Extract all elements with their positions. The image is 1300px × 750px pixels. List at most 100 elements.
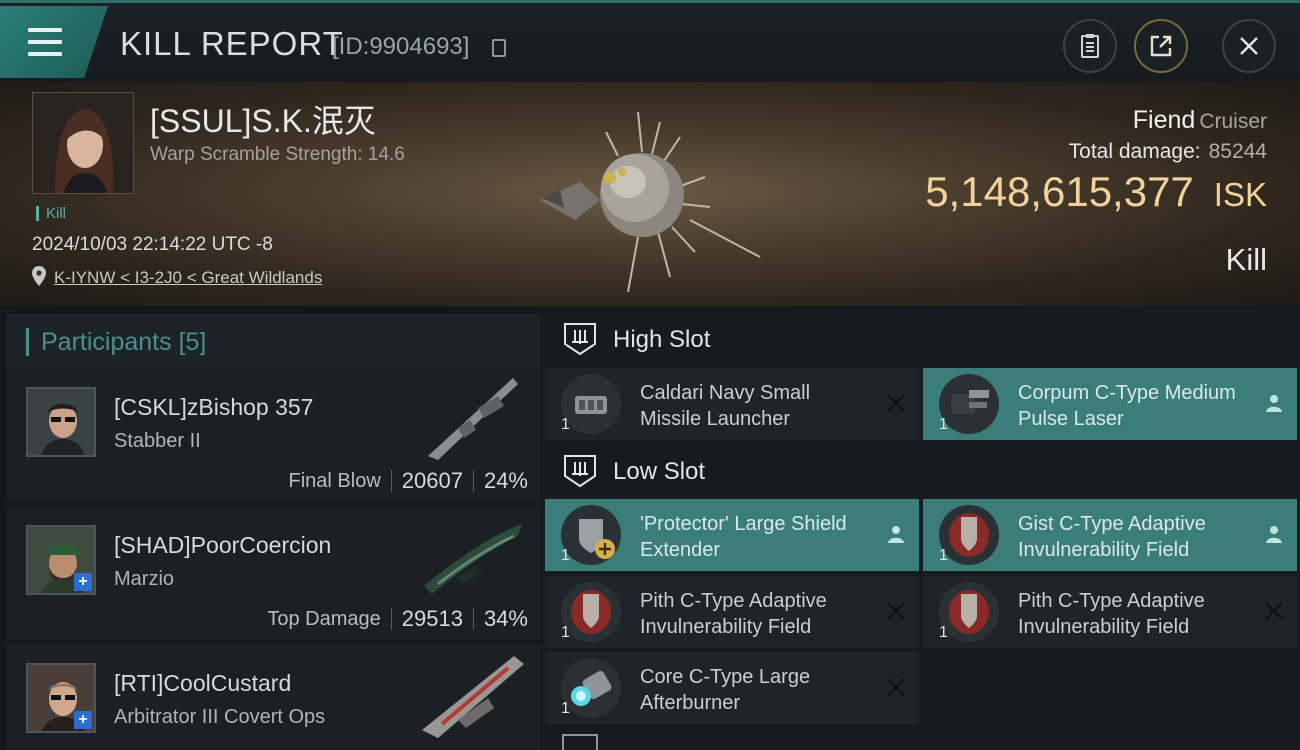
high-slot-header: High Slot [540, 308, 1300, 368]
module-item[interactable]: 1 'Protector' Large Shield Extender [545, 499, 919, 571]
participant-stats: Final Blow 20607 24% [289, 468, 529, 494]
participant-damage: 20607 [401, 468, 463, 493]
participant-ship-image [422, 656, 524, 738]
module-quantity: 1 [561, 624, 570, 641]
kill-datetime: 2024/10/03 22:14:22 UTC -8 [32, 234, 273, 255]
missile-launcher-icon [561, 374, 621, 434]
pulse-laser-icon [939, 374, 999, 434]
participant-avatar [26, 387, 96, 457]
close-button[interactable] [1222, 19, 1276, 73]
victim-ship[interactable]: Fiend Cruiser [1133, 106, 1267, 135]
participant-percent: 24% [483, 468, 528, 493]
dropped-person-icon [1266, 395, 1282, 412]
dropped-person-icon [888, 526, 904, 543]
module-quantity: 1 [561, 416, 570, 433]
participant-stats: Top Damage 29513 34% [267, 606, 528, 632]
module-item[interactable]: 1 Corpum C-Type Medium Pulse Laser [923, 368, 1297, 440]
divider [472, 470, 474, 492]
close-icon [1240, 37, 1258, 55]
total-damage: Total damage: 85244 [1069, 140, 1267, 164]
participant-name: [CSKL]zBishop 357 [114, 394, 314, 420]
clipboard-button[interactable] [1063, 19, 1117, 73]
participant-percent: 34% [483, 606, 528, 631]
shield-extender-icon [561, 505, 621, 565]
module-name: Caldari Navy Small Missile Launcher [640, 382, 811, 430]
participant-card[interactable]: + [SHAD]PoorCoercion Marzio Top Damage 2… [6, 506, 540, 640]
participant-ship: Marzio [114, 568, 175, 590]
participant-ship-image [428, 378, 518, 460]
module-item[interactable]: 1 Pith C-Type Adaptive Invulnerability F… [545, 576, 919, 648]
low-slot-header: Low Slot [540, 440, 1300, 500]
invulnerability-field-icon [939, 505, 999, 565]
report-id: [ID:9904693] [332, 33, 470, 60]
participants-panel: Participants [5] [CSKL]zBishop 357 Stabb… [0, 306, 540, 750]
plus-badge-icon: + [74, 711, 92, 729]
isk-unit: ISK [1213, 176, 1267, 213]
victim-avatar[interactable] [32, 92, 134, 194]
participant-stat-label: Final Blow [288, 469, 381, 492]
ship-name: Fiend [1132, 106, 1196, 134]
page-title: KILL REPORT [120, 25, 344, 62]
total-damage-label: Total damage: [1068, 140, 1201, 163]
participant-name: [RTI]CoolCustard [114, 670, 292, 696]
high-slot-icon [564, 323, 596, 356]
participant-avatar: + [26, 663, 96, 733]
share-icon [1150, 35, 1172, 57]
destroyed-x-icon [887, 394, 905, 412]
module-name: 'Protector' Large Shield Extender [640, 513, 847, 561]
module-quantity: 1 [939, 624, 948, 641]
module-name: Core C-Type Large Afterburner [640, 666, 811, 714]
warp-scramble-strength: Warp Scramble Strength: 14.6 [150, 144, 405, 165]
share-button[interactable] [1134, 19, 1188, 73]
destroyed-x-icon [1265, 602, 1283, 620]
module-quantity: 1 [939, 416, 948, 433]
participant-avatar: + [26, 525, 96, 595]
mid-slot-icon [562, 734, 598, 750]
participant-name: [SHAD]PoorCoercion [114, 532, 332, 558]
ship-class: Cruiser [1199, 110, 1267, 133]
high-slot-label: High Slot [613, 326, 711, 353]
participants-count: [5] [178, 328, 207, 356]
divider [390, 608, 392, 630]
result-label: Kill [1225, 242, 1267, 277]
module-quantity: 1 [561, 547, 570, 564]
participant-damage: 29513 [401, 606, 463, 631]
plus-badge-icon: + [74, 573, 92, 591]
module-item[interactable]: 1 Caldari Navy Small Missile Launcher [545, 368, 919, 440]
module-item[interactable]: 1 Pith C-Type Adaptive Invulnerability F… [923, 576, 1297, 648]
title-bar: KILL REPORT [ID:9904693] [0, 0, 1300, 82]
participant-card[interactable]: [CSKL]zBishop 357 Stabber II Final Blow … [6, 368, 540, 502]
module-name: Gist C-Type Adaptive Invulnerability Fie… [1018, 513, 1206, 561]
copy-id-icon[interactable] [492, 39, 506, 57]
participant-ship-image [424, 524, 522, 594]
invulnerability-field-icon [939, 582, 999, 642]
module-name: Pith C-Type Adaptive Invulnerability Fie… [1018, 590, 1205, 638]
fitting-panel: High Slot 1 Caldari Navy Small Missile L… [540, 306, 1300, 750]
victim-name[interactable]: [SSUL]S.K.泯灭 [150, 96, 376, 142]
victim-summary: [SSUL]S.K.泯灭 Warp Scramble Strength: 14.… [0, 82, 1300, 306]
isk-amount: 5,148,615,377 [925, 168, 1194, 215]
divider [472, 608, 474, 630]
destroyed-x-icon [887, 678, 905, 696]
hamburger-icon [28, 28, 62, 64]
module-item[interactable]: 1 Core C-Type Large Afterburner [545, 652, 919, 724]
participants-header[interactable]: Participants [5] [6, 314, 540, 372]
participants-label: Participants [5] [26, 328, 206, 356]
participant-stat-label: Top Damage [267, 607, 381, 630]
module-item[interactable]: 1 Gist C-Type Adaptive Invulnerability F… [923, 499, 1297, 571]
participant-card[interactable]: + [RTI]CoolCustard Arbitrator III Covert… [6, 644, 540, 750]
kill-location-link[interactable]: K-IYNW < I3-2J0 < Great Wildlands [54, 268, 322, 288]
module-name: Corpum C-Type Medium Pulse Laser [1018, 382, 1236, 430]
module-quantity: 1 [561, 700, 570, 717]
participant-ship: Stabber II [114, 430, 201, 452]
participant-ship: Arbitrator III Covert Ops [114, 706, 326, 728]
participants-title: Participants [41, 328, 172, 356]
destroyed-x-icon [887, 602, 905, 620]
victim-ship-image [540, 111, 761, 293]
low-slot-icon [564, 455, 596, 488]
afterburner-icon [561, 658, 621, 718]
divider [390, 470, 392, 492]
menu-button[interactable] [0, 6, 108, 78]
module-name: Pith C-Type Adaptive Invulnerability Fie… [640, 590, 827, 638]
isk-value: 5,148,615,377 ISK [925, 168, 1267, 216]
